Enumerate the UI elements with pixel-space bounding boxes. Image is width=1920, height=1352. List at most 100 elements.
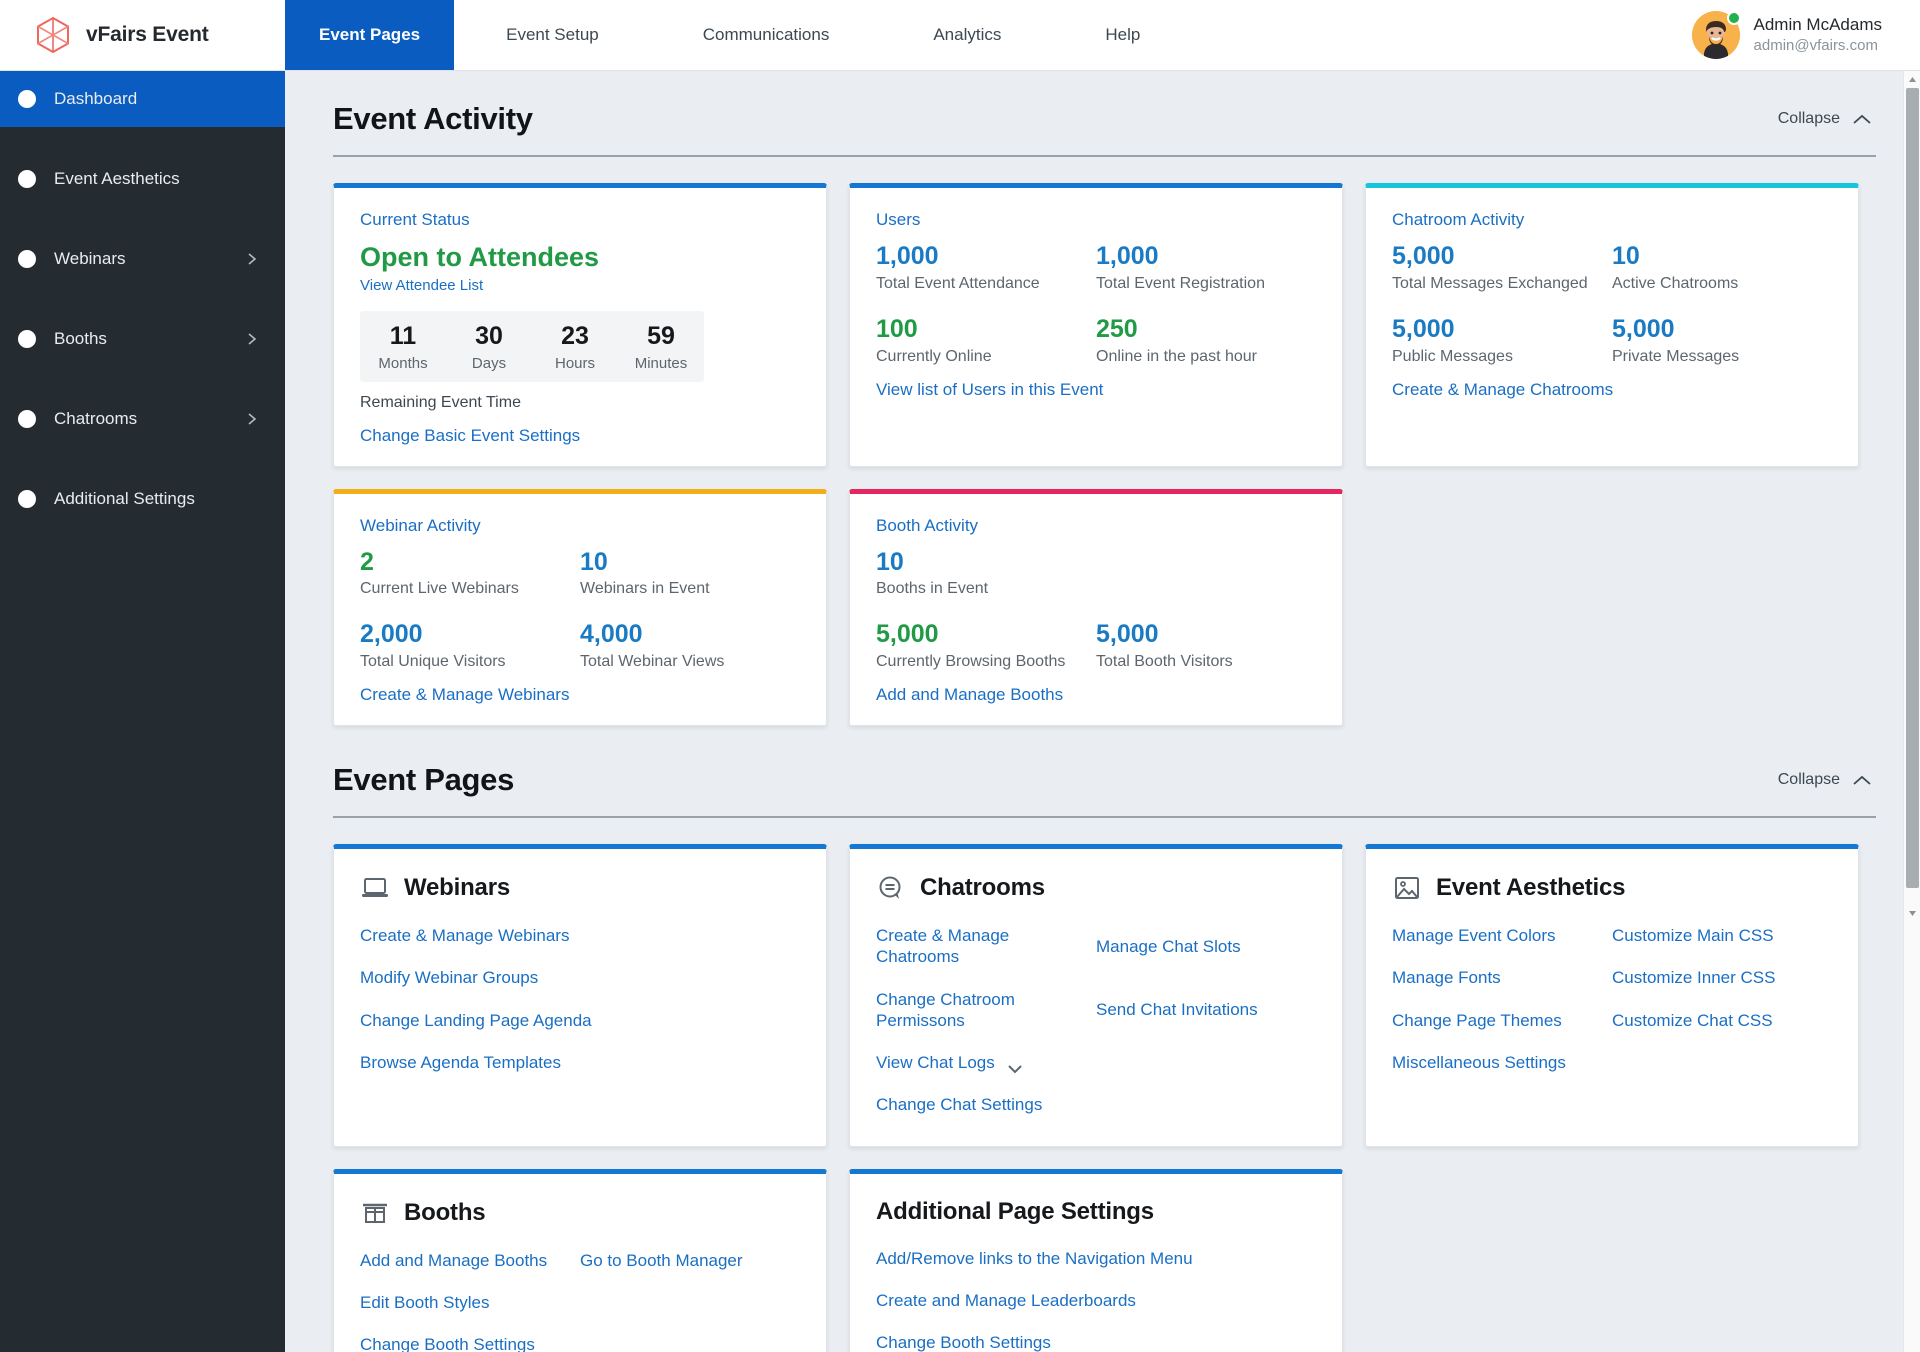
- scrollbar-thumb[interactable]: [1906, 88, 1919, 888]
- webinar-metrics: 2 Current Live Webinars 10 Webinars in E…: [360, 548, 800, 672]
- booths-page-card: Booths Add and Manage Booths Go to Booth…: [333, 1169, 827, 1352]
- bullet-icon: [18, 90, 36, 108]
- tab-help[interactable]: Help: [1053, 0, 1192, 70]
- link-manage-event-colors[interactable]: Manage Event Colors: [1392, 925, 1612, 946]
- stat-row-top: Current Status Open to Attendees View At…: [333, 183, 1876, 467]
- metric-private-messages: 5,000 Private Messages: [1612, 315, 1832, 366]
- collapse-label: Collapse: [1778, 110, 1840, 128]
- link-change-chatroom-permissions[interactable]: Change Chatroom Permissons: [876, 989, 1096, 1032]
- metric-total-messages-exchanged: 5,000 Total Messages Exchanged: [1392, 242, 1612, 293]
- user-name: Admin McAdams: [1754, 14, 1882, 36]
- sidebar-item-additional-settings[interactable]: Additional Settings: [0, 471, 285, 527]
- metric-value: 250: [1096, 315, 1316, 344]
- metric-label: Total Unique Visitors: [360, 653, 580, 671]
- view-users-list-link[interactable]: View list of Users in this Event: [876, 380, 1103, 400]
- metric-value: 5,000: [876, 620, 1096, 649]
- link-go-to-booth-manager[interactable]: Go to Booth Manager: [580, 1250, 800, 1271]
- sidebar-item-event-aesthetics[interactable]: Event Aesthetics: [0, 151, 285, 207]
- remaining-time-countdown: 11 Months 30 Days 23 Hours 59 Minutes: [360, 311, 704, 382]
- bullet-icon: [18, 170, 36, 188]
- sidebar-item-chatrooms[interactable]: Chatrooms: [0, 391, 285, 447]
- link-browse-agenda-templates[interactable]: Browse Agenda Templates: [360, 1052, 800, 1073]
- card-kicker: Webinar Activity: [360, 516, 800, 536]
- add-manage-booths-link[interactable]: Add and Manage Booths: [876, 685, 1063, 705]
- link-send-chat-invitations[interactable]: Send Chat Invitations: [1096, 989, 1316, 1032]
- chevron-up-icon: [1852, 113, 1872, 126]
- sidebar: Dashboard Event Aesthetics Webinars Boot…: [0, 71, 285, 1352]
- user-menu[interactable]: Admin McAdams admin@vfairs.com: [1692, 0, 1920, 70]
- link-spacer: [1096, 1052, 1316, 1073]
- metric-online-past-hour: 250 Online in the past hour: [1096, 315, 1316, 366]
- link-customize-inner-css[interactable]: Customize Inner CSS: [1612, 967, 1832, 988]
- avatar[interactable]: [1692, 11, 1740, 59]
- user-email: admin@vfairs.com: [1754, 36, 1882, 56]
- link-view-chat-logs[interactable]: View Chat Logs: [876, 1052, 1096, 1073]
- link-add-manage-booths[interactable]: Add and Manage Booths: [360, 1250, 580, 1271]
- chat-bubble-icon: [876, 873, 906, 903]
- metric-booths-in-event: 10 Booths in Event: [876, 548, 1316, 599]
- link-change-booth-settings[interactable]: Change Booth Settings: [360, 1334, 800, 1352]
- metric-value: 4,000: [580, 620, 800, 649]
- collapse-event-activity-button[interactable]: Collapse: [1778, 110, 1876, 128]
- create-manage-chatrooms-link[interactable]: Create & Manage Chatrooms: [1392, 380, 1613, 400]
- link-create-manage-leaderboards[interactable]: Create and Manage Leaderboards: [876, 1290, 1316, 1311]
- tab-event-setup[interactable]: Event Setup: [454, 0, 651, 70]
- countdown-label: Hours: [532, 355, 618, 372]
- metric-active-chatrooms: 10 Active Chatrooms: [1612, 242, 1832, 293]
- users-card: Users 1,000 Total Event Attendance 1,000…: [849, 183, 1343, 467]
- view-attendee-list-link[interactable]: View Attendee List: [360, 277, 483, 294]
- link-change-booth-settings[interactable]: Change Booth Settings: [876, 1332, 1316, 1352]
- scroll-down-arrow-icon[interactable]: [1904, 905, 1920, 922]
- page-card-title: Chatrooms: [920, 874, 1045, 902]
- link-add-remove-navigation-links[interactable]: Add/Remove links to the Navigation Menu: [876, 1248, 1316, 1269]
- sidebar-item-webinars[interactable]: Webinars: [0, 231, 285, 287]
- countdown-unit-months: 11 Months: [360, 323, 446, 372]
- metric-value: 2,000: [360, 620, 580, 649]
- link-create-manage-webinars[interactable]: Create & Manage Webinars: [360, 925, 800, 946]
- link-edit-booth-styles[interactable]: Edit Booth Styles: [360, 1292, 800, 1313]
- collapse-event-pages-button[interactable]: Collapse: [1778, 771, 1876, 789]
- link-change-page-themes[interactable]: Change Page Themes: [1392, 1010, 1612, 1031]
- link-change-landing-page-agenda[interactable]: Change Landing Page Agenda: [360, 1010, 800, 1031]
- current-status-card: Current Status Open to Attendees View At…: [333, 183, 827, 467]
- page-card-title: Additional Page Settings: [876, 1198, 1154, 1226]
- card-kicker: Users: [876, 210, 1316, 230]
- link-manage-fonts[interactable]: Manage Fonts: [1392, 967, 1612, 988]
- metric-value: 10: [580, 548, 800, 577]
- link-change-chat-settings[interactable]: Change Chat Settings: [876, 1094, 1096, 1115]
- metric-webinars-in-event: 10 Webinars in Event: [580, 548, 800, 599]
- link-miscellaneous-settings[interactable]: Miscellaneous Settings: [1392, 1052, 1612, 1073]
- sidebar-item-label: Event Aesthetics: [54, 169, 259, 189]
- link-manage-chat-slots[interactable]: Manage Chat Slots: [1096, 925, 1316, 968]
- sidebar-item-dashboard[interactable]: Dashboard: [0, 71, 285, 127]
- link-modify-webinar-groups[interactable]: Modify Webinar Groups: [360, 967, 800, 988]
- bullet-icon: [18, 490, 36, 508]
- sidebar-item-label: Chatrooms: [54, 409, 245, 429]
- metric-total-unique-visitors: 2,000 Total Unique Visitors: [360, 620, 580, 671]
- scroll-up-arrow-icon[interactable]: [1904, 71, 1920, 88]
- link-customize-chat-css[interactable]: Customize Chat CSS: [1612, 1010, 1832, 1031]
- brand[interactable]: vFairs Event: [0, 0, 285, 70]
- tab-communications[interactable]: Communications: [651, 0, 882, 70]
- link-create-manage-chatrooms[interactable]: Create & Manage Chatrooms: [876, 925, 1096, 968]
- create-manage-webinars-link[interactable]: Create & Manage Webinars: [360, 685, 569, 705]
- status-badge: Open to Attendees: [360, 242, 800, 273]
- chatrooms-page-card: Chatrooms Create & Manage Chatrooms Mana…: [849, 844, 1343, 1147]
- link-customize-main-css[interactable]: Customize Main CSS: [1612, 925, 1832, 946]
- countdown-value: 30: [446, 323, 532, 351]
- tab-event-pages[interactable]: Event Pages: [285, 0, 454, 70]
- sidebar-item-label: Dashboard: [54, 89, 259, 109]
- metric-label: Public Messages: [1392, 348, 1612, 366]
- metric-label: Currently Browsing Booths: [876, 653, 1096, 671]
- metric-label: Currently Online: [876, 348, 1096, 366]
- countdown-label: Days: [446, 355, 532, 372]
- sidebar-spacer: [0, 287, 285, 311]
- change-basic-event-settings-link[interactable]: Change Basic Event Settings: [360, 426, 580, 446]
- tab-analytics[interactable]: Analytics: [881, 0, 1053, 70]
- countdown-unit-days: 30 Days: [446, 323, 532, 372]
- sidebar-item-label: Webinars: [54, 249, 245, 269]
- vertical-scrollbar[interactable]: [1903, 71, 1920, 1352]
- image-icon: [1392, 873, 1422, 903]
- sidebar-item-booths[interactable]: Booths: [0, 311, 285, 367]
- chatroom-metrics: 5,000 Total Messages Exchanged 10 Active…: [1392, 242, 1832, 366]
